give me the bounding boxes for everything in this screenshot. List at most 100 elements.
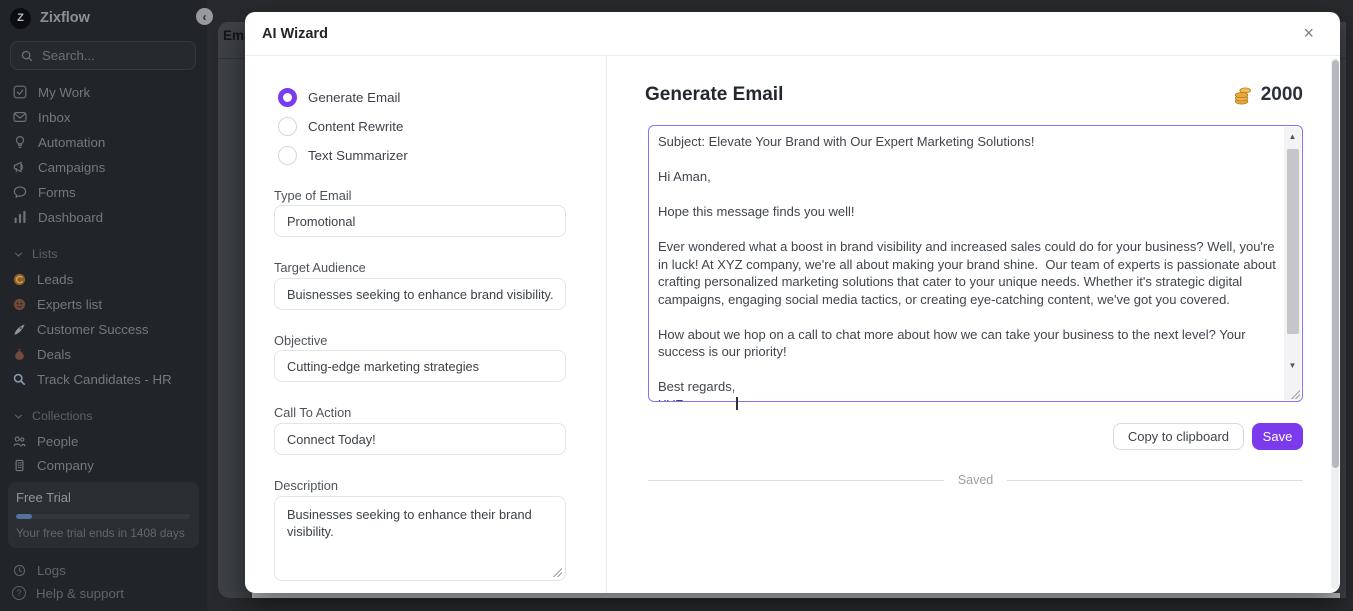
modal-title: AI Wizard <box>262 26 328 42</box>
sidebar: Z Zixflow Search... My Work Inbox Automa… <box>0 0 207 611</box>
target-audience-label: Target Audience <box>274 260 366 275</box>
type-of-email-input[interactable]: Promotional <box>274 205 566 237</box>
modal-scrollbar-thumb[interactable] <box>1332 60 1339 468</box>
search-placeholder: Search... <box>42 48 95 63</box>
brand: Z Zixflow <box>10 6 90 30</box>
sidebar-item-help-support[interactable]: ? Help & support <box>12 583 124 603</box>
sidebar-item-forms[interactable]: Forms <box>12 182 76 202</box>
description-textarea[interactable]: Businesses seeking to enhance their bran… <box>274 496 566 581</box>
sidebar-item-track-candidates-hr[interactable]: Track Candidates - HR <box>12 369 172 389</box>
question-icon: ? <box>12 586 26 600</box>
textarea-scrollbar[interactable]: ▲ ▼ <box>1284 127 1301 400</box>
sidebar-item-label: My Work <box>38 85 90 100</box>
objective-label: Objective <box>274 333 327 348</box>
result-actions: Copy to clipboard Save <box>1113 423 1303 450</box>
sidebar-item-company[interactable]: Company <box>12 455 94 475</box>
free-trial-card: Free Trial Your free trial ends in 1408 … <box>8 482 199 548</box>
radio-icon[interactable] <box>278 146 297 165</box>
saved-label: Saved <box>958 473 993 487</box>
sidebar-item-customer-success[interactable]: Customer Success <box>12 319 149 339</box>
generated-email-textarea[interactable]: Subject: Elevate Your Brand with Our Exp… <box>648 125 1303 402</box>
sidebar-item-label: Experts list <box>37 297 102 312</box>
trial-progress-bar <box>16 514 32 519</box>
divider-line <box>1007 480 1303 481</box>
generated-email-text: Subject: Elevate Your Brand with Our Exp… <box>649 126 1280 401</box>
monkey-icon <box>12 297 27 312</box>
scrollbar-thumb[interactable] <box>1287 149 1299 334</box>
sidebar-item-label: Logs <box>37 563 66 578</box>
sidebar-item-label: Campaigns <box>38 160 105 175</box>
ai-wizard-modal: AI Wizard × Generate Email Content Rewri… <box>245 12 1340 593</box>
coins-icon <box>1233 85 1254 106</box>
trial-progress-track <box>16 514 190 519</box>
section-label: Lists <box>32 247 57 261</box>
search-input[interactable]: Search... <box>10 41 196 70</box>
radio-icon[interactable] <box>278 117 297 136</box>
textarea-value: Businesses seeking to enhance their bran… <box>287 507 532 539</box>
sidebar-item-label: Customer Success <box>37 322 149 337</box>
sidebar-item-label: People <box>37 434 78 449</box>
mode-content-rewrite[interactable]: Content Rewrite <box>278 117 403 136</box>
sidebar-item-dashboard[interactable]: Dashboard <box>12 207 103 227</box>
resize-handle-icon[interactable] <box>553 568 562 577</box>
credits-value: 2000 <box>1261 84 1303 106</box>
save-button[interactable]: Save <box>1252 423 1303 450</box>
sidebar-item-campaigns[interactable]: Campaigns <box>12 157 105 177</box>
section-lists[interactable]: Lists <box>13 246 57 262</box>
mode-label: Content Rewrite <box>308 119 403 134</box>
free-trial-title: Free Trial <box>16 490 191 505</box>
modal-header: AI Wizard × <box>245 12 1340 56</box>
sidebar-item-label: Dashboard <box>38 210 103 225</box>
sidebar-item-label: Help & support <box>36 586 124 601</box>
trial-note: Your free trial ends in 1408 days <box>16 526 191 540</box>
section-label: Collections <box>32 409 93 423</box>
mode-label: Generate Email <box>308 90 400 105</box>
section-collections[interactable]: Collections <box>13 408 93 424</box>
panel-divider <box>606 56 607 593</box>
zixflow-logo-icon: Z <box>10 8 31 29</box>
copy-to-clipboard-button[interactable]: Copy to clipboard <box>1113 423 1244 450</box>
radio-selected-icon[interactable] <box>278 88 297 107</box>
description-label: Description <box>274 478 338 493</box>
brand-name: Zixflow <box>40 10 90 26</box>
sidebar-item-label: Automation <box>38 135 105 150</box>
sidebar-item-experts-list[interactable]: Experts list <box>12 294 102 314</box>
background-scroll-strip <box>252 593 1340 598</box>
envelope-icon <box>12 109 28 125</box>
close-icon[interactable]: × <box>1303 24 1314 42</box>
call-to-action-input[interactable]: Connect Today! <box>274 423 566 455</box>
sidebar-item-label: Leads <box>37 272 73 287</box>
sidebar-item-automation[interactable]: Automation <box>12 132 105 152</box>
target-audience-input[interactable]: Buisnesses seeking to enhance brand visi… <box>274 278 566 310</box>
modal-scrollbar[interactable] <box>1331 58 1339 589</box>
resize-handle-icon[interactable] <box>1291 390 1300 399</box>
saved-divider: Saved <box>648 473 1303 487</box>
credits-counter: 2000 <box>1233 84 1303 106</box>
mode-text-summarizer[interactable]: Text Summarizer <box>278 146 408 165</box>
sidebar-item-logs[interactable]: Logs <box>12 560 66 580</box>
sidebar-item-label: Company <box>37 458 94 473</box>
collapse-sidebar-button[interactable]: ‹ <box>196 8 213 25</box>
sidebar-item-deals[interactable]: Deals <box>12 344 71 364</box>
sidebar-item-leads[interactable]: Leads <box>12 269 73 289</box>
megaphone-icon <box>12 159 28 175</box>
rocket-icon <box>12 322 27 337</box>
sidebar-item-my-work[interactable]: My Work <box>12 82 90 102</box>
sidebar-item-label: Deals <box>37 347 71 362</box>
people-icon <box>12 434 27 449</box>
chevron-down-icon <box>13 411 24 422</box>
building-icon <box>12 458 27 473</box>
bar-chart-icon <box>12 209 28 225</box>
sidebar-item-label: Forms <box>38 185 76 200</box>
sidebar-item-people[interactable]: People <box>12 431 78 451</box>
coin-badge-icon <box>12 272 27 287</box>
objective-input[interactable]: Cutting-edge marketing strategies <box>274 350 566 382</box>
chat-bubble-icon <box>12 184 28 200</box>
sidebar-item-inbox[interactable]: Inbox <box>12 107 71 127</box>
mode-generate-email[interactable]: Generate Email <box>278 88 400 107</box>
result-heading: Generate Email <box>645 84 783 106</box>
scroll-down-icon[interactable]: ▼ <box>1284 361 1301 370</box>
divider-line <box>648 480 944 481</box>
chevron-left-icon: ‹ <box>203 11 207 23</box>
scroll-up-icon[interactable]: ▲ <box>1284 132 1301 141</box>
